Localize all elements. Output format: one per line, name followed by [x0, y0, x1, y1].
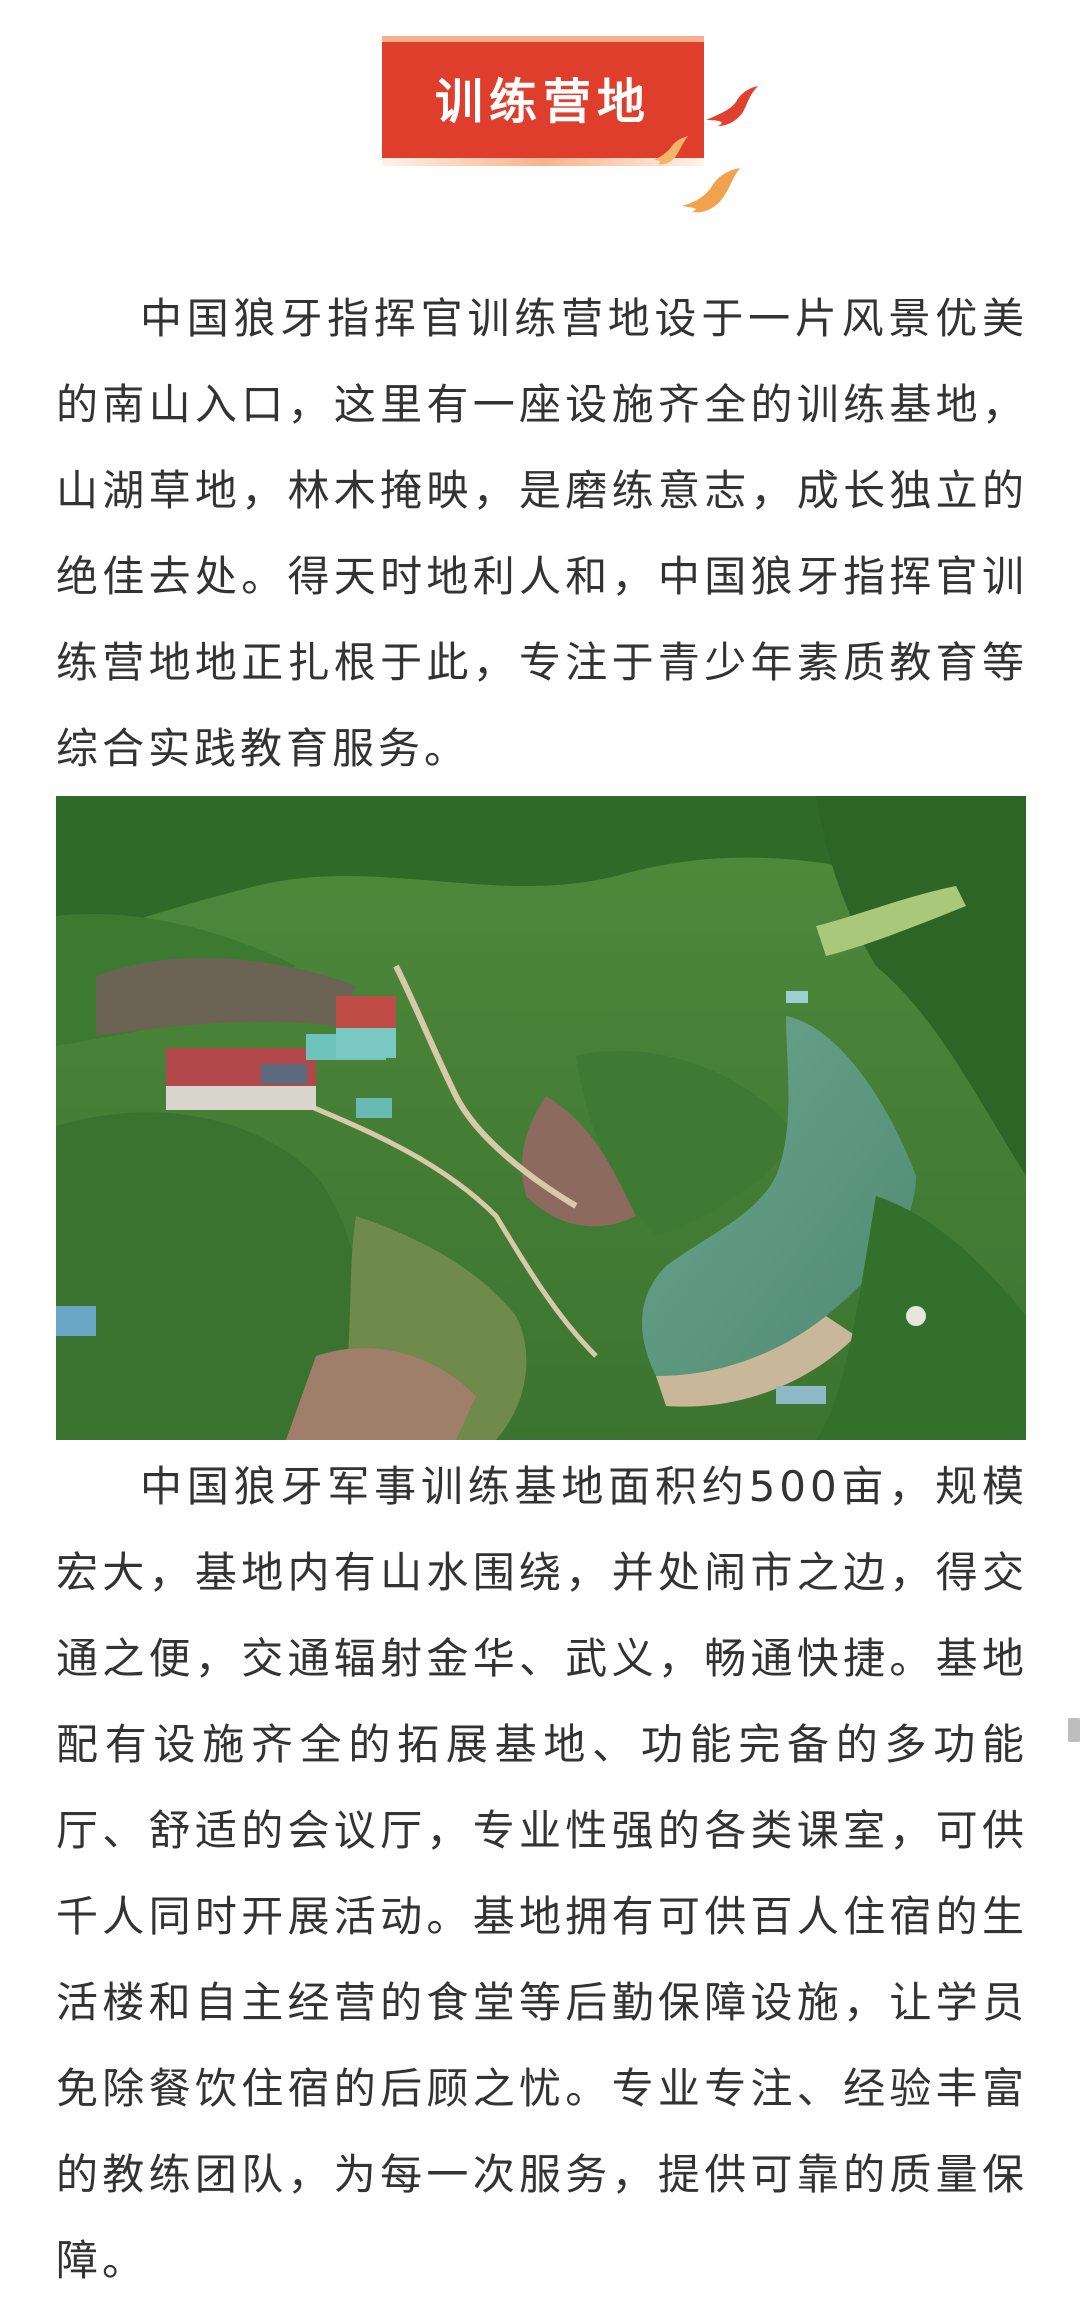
aerial-camp-photo	[56, 796, 1026, 1440]
intro-paragraph: 中国狼牙指挥官训练营地设于一片风景优美的南山入口，这里有一座设施齐全的训练基地，…	[56, 294, 1028, 773]
facilities-paragraph: 中国狼牙军事训练基地面积约500亩，规模宏大，基地内有山水围绕，并处闹市之边，得…	[56, 1462, 1028, 2285]
side-scroll-tab[interactable]	[1068, 1718, 1080, 1742]
bird-icon	[682, 168, 740, 213]
bird-icon	[706, 86, 758, 126]
section-title: 训练营地	[434, 74, 651, 130]
